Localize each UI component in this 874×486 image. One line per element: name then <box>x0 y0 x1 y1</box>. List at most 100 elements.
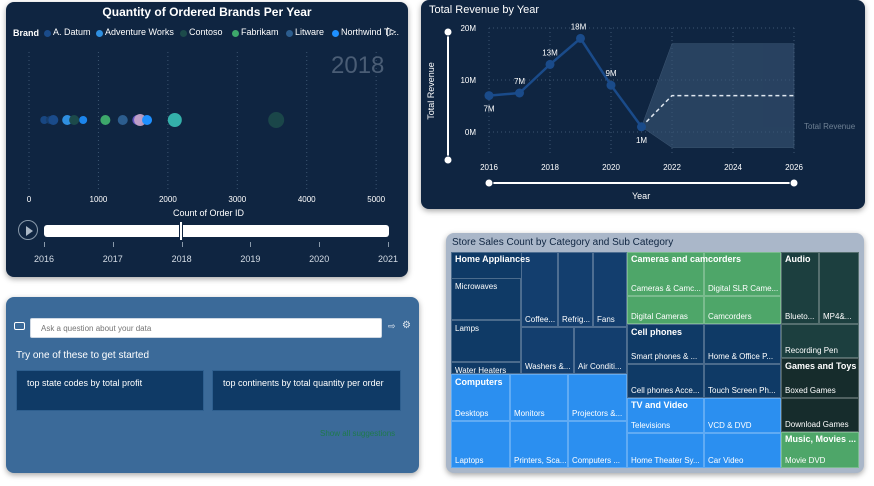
scatter-point <box>142 115 153 125</box>
x-tick-label: 2020 <box>602 163 620 172</box>
treemap-group-label: Games and Toys <box>785 361 857 371</box>
x-tick-label: 2000 <box>159 195 177 204</box>
qna-input[interactable] <box>30 318 382 338</box>
scatter-point <box>268 112 285 128</box>
scatter-point <box>79 116 88 124</box>
play-axis-tick <box>388 242 389 247</box>
x-zoom-handle <box>789 178 799 188</box>
treemap-tile-label: Smart phones & ... <box>631 352 698 361</box>
play-axis-tick <box>250 242 252 247</box>
suggestion-button-2[interactable]: top continents by total quantity per ord… <box>212 370 401 411</box>
treemap-tile-label: VCD & DVD <box>708 421 752 430</box>
play-axis-handle[interactable] <box>179 221 183 241</box>
treemap-tile-label: Microwaves <box>455 282 498 291</box>
data-label: 9M <box>605 69 616 78</box>
x-zoom-handle <box>484 178 494 188</box>
scatter-point <box>69 115 80 125</box>
play-axis-tick <box>181 242 183 247</box>
play-axis-year-label[interactable]: 2020 <box>307 254 331 264</box>
treemap-tile-label: Download Games <box>785 420 849 429</box>
revenue-point <box>515 88 524 98</box>
x-axis-title: Count of Order ID <box>173 208 245 218</box>
data-label: 18M <box>571 22 587 31</box>
play-axis-tick <box>44 242 45 247</box>
play-axis-year-label[interactable]: 2016 <box>32 254 56 264</box>
year-watermark: 2018 <box>331 52 385 79</box>
revenue-point <box>576 33 585 43</box>
scatter-point <box>100 115 111 125</box>
treemap-group-label: Home Appliances <box>455 254 531 264</box>
treemap-tile-label: MP4&... <box>823 312 852 321</box>
treemap-tile-label: Computers ... <box>572 456 621 465</box>
treemap-tile-label: Laptops <box>455 456 484 465</box>
treemap-tile-label: Boxed Games <box>785 386 836 395</box>
treemap-title: Store Sales Count by Category and Sub Ca… <box>452 237 674 248</box>
y-zoom-handle <box>443 27 453 37</box>
data-label: 13M <box>542 48 558 57</box>
treemap-group-label: Cameras and camcorders <box>631 254 742 264</box>
submit-icon[interactable]: ⇨ <box>388 321 396 332</box>
treemap-tile-label: Digital Cameras <box>631 312 688 321</box>
play-axis-tick <box>112 242 114 247</box>
qna-panel: ⇨ ⚙ Try one of these to get started top … <box>6 297 419 473</box>
play-axis-track[interactable] <box>44 225 389 237</box>
treemap-group-label: Music, Movies ... <box>785 434 857 444</box>
data-label: 7M <box>514 77 525 86</box>
play-axis-year-label[interactable]: 2021 <box>376 254 400 264</box>
x-tick-label: 2018 <box>541 163 559 172</box>
x-tick-label: 1000 <box>90 195 108 204</box>
qna-prompt: Try one of these to get started <box>16 350 150 361</box>
y-tick-label: 20M <box>460 24 476 33</box>
treemap-tile-label: Televisions <box>631 421 671 430</box>
scatter-point <box>117 115 128 125</box>
treemap-tile-label: Digital SLR Came... <box>708 284 779 293</box>
treemap-group-label: TV and Video <box>631 400 688 410</box>
suggestion-button-1[interactable]: top state codes by total profit <box>16 370 204 411</box>
data-label: 1M <box>636 136 647 145</box>
x-tick-label: 3000 <box>228 195 246 204</box>
treemap-tile-label: Printers, Sca... <box>514 456 566 465</box>
scatter-point <box>48 115 59 125</box>
treemap: Microwaves Lamps Water Heaters Coffee... Ref… <box>451 252 859 468</box>
revenue-x-axis-title: Year <box>632 191 651 201</box>
treemap-tile-label: Car Video <box>708 456 744 465</box>
play-axis-year-label[interactable]: 2018 <box>170 254 194 264</box>
x-tick-label: 4000 <box>298 195 316 204</box>
revenue-point <box>606 80 616 90</box>
play-axis-year-label[interactable]: 2017 <box>101 254 125 264</box>
treemap-tile-label: Fans <box>597 315 615 324</box>
data-label: 7M <box>483 105 494 114</box>
revenue-point <box>637 122 646 132</box>
show-all-suggestions-link[interactable]: Show all suggestions <box>320 429 395 438</box>
treemap-tile-label: Cell phones Acce... <box>631 386 700 395</box>
play-axis-year-label[interactable]: 2019 <box>238 254 262 264</box>
treemap-tile-label: Blueto... <box>785 312 815 321</box>
x-tick-label: 5000 <box>367 195 385 204</box>
treemap-tile-label: Washers &... <box>525 362 571 371</box>
revenue-point <box>545 59 555 69</box>
treemap-tile-label: Projectors &... <box>572 409 623 418</box>
treemap-tile-label: Water Heaters <box>455 366 507 375</box>
treemap-tile-label: Coffee... <box>525 315 556 324</box>
play-axis-tick <box>319 242 321 247</box>
revenue-point <box>484 91 494 101</box>
x-tick-label: 2022 <box>663 163 681 172</box>
treemap-tile-label: Refrig... <box>562 315 591 324</box>
play-icon <box>26 226 33 236</box>
chat-icon <box>14 322 25 330</box>
treemap-group-label: Computers <box>455 377 503 387</box>
gear-icon[interactable]: ⚙ <box>402 320 411 331</box>
scatter-point <box>167 113 182 127</box>
treemap-panel: Store Sales Count by Category and Sub Ca… <box>446 233 864 473</box>
treemap-tile-label: Recording Pen <box>785 346 838 355</box>
treemap-tile-label: Desktops <box>455 409 489 418</box>
treemap-tile-label: Home & Office P... <box>708 352 774 361</box>
y-zoom-handle <box>443 155 453 165</box>
x-tick-label: 2016 <box>480 163 498 172</box>
play-button[interactable] <box>18 220 38 240</box>
treemap-group-label: Cell phones <box>631 327 683 337</box>
y-tick-label: 10M <box>460 76 476 85</box>
revenue-chart-panel: Total Revenue by Year 20M 10M 0M 2016 2018 20… <box>421 0 865 209</box>
treemap-tile-label: Lamps <box>455 324 480 333</box>
revenue-line-chart: 20M 10M 0M 2016 2018 2020 2022 2024 2026 7M 7M 13M 1… <box>443 22 803 188</box>
